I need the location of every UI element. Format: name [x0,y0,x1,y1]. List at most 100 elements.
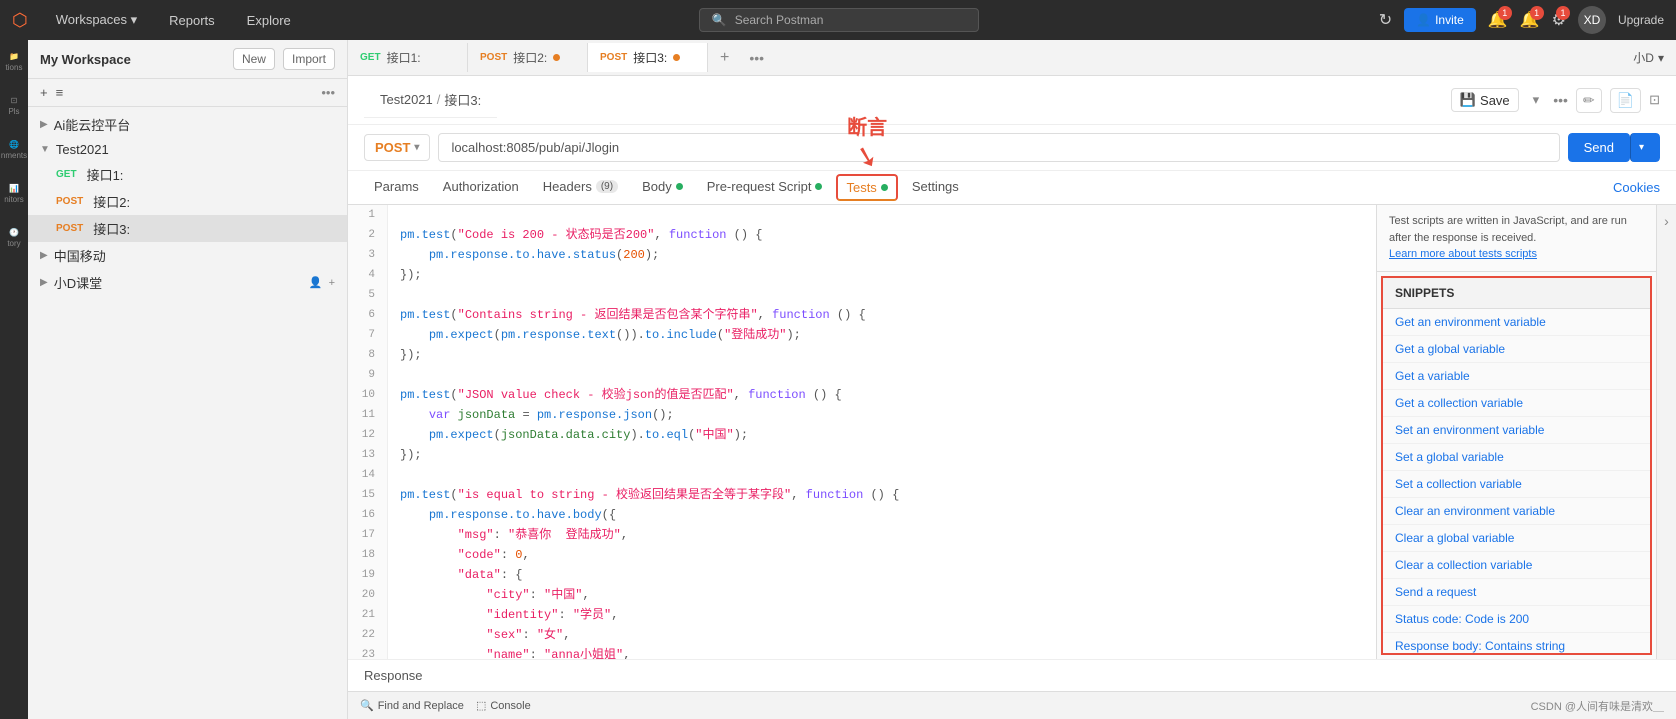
collection-test2021[interactable]: ▼ Test2021 [28,138,347,161]
breadcrumb: Test2021 / 接口3: [364,82,497,118]
snippet-get-collection[interactable]: Get a collection variable [1383,390,1650,417]
right-collapse-panel: › [1656,205,1676,659]
upgrade-button[interactable]: Upgrade [1618,13,1664,27]
collections-tree: ▶ Ai能云控平台 ▼ Test2021 GET 接口1: POST 接口2: … [28,107,347,719]
import-button[interactable]: Import [283,48,335,70]
snippet-clear-collection[interactable]: Clear a collection variable [1383,552,1650,579]
console-button[interactable]: ⬚ Console [476,699,531,712]
icon-bar-monitors[interactable]: 📊 nitors [0,180,28,208]
history-icon: 🕐 [9,228,19,237]
tab-tests[interactable]: Tests 断言 ➘ [836,174,897,201]
tab-authorization[interactable]: Authorization [433,171,529,204]
method-selector[interactable]: POST ▾ [364,134,430,161]
snippet-get-env[interactable]: Get an environment variable [1383,309,1650,336]
learn-more-link[interactable]: Learn more about tests scripts [1389,248,1537,260]
code-line-4: 4 }); [348,265,1376,285]
search-bar[interactable]: 🔍 Search Postman [699,8,979,32]
alerts-icon[interactable]: 🔔1 [1520,10,1540,30]
find-replace-button[interactable]: 🔍 Find and Replace [360,699,464,712]
sidebar-more-icon[interactable]: ••• [321,85,335,100]
tab-pre-request[interactable]: Pre-request Script [697,171,833,204]
collection-xiaod-course[interactable]: ▶ 小D课堂 👤 + [28,269,347,296]
snippet-set-global[interactable]: Set a global variable [1383,444,1650,471]
request-get-api1[interactable]: GET 接口1: [28,161,347,188]
collapse-panel-button[interactable]: ⊡ [1649,92,1660,108]
filter-icon[interactable]: ≡ [56,85,64,100]
tab-params[interactable]: Params [364,171,429,204]
send-button[interactable]: Send [1568,133,1630,162]
plus-icon[interactable]: + [40,85,48,100]
snippet-clear-env[interactable]: Clear an environment variable [1383,498,1650,525]
tab-post-api3[interactable]: POST 接口3: [588,43,708,72]
edit-button[interactable]: ✏ [1576,88,1602,113]
add-member-icon[interactable]: + [329,277,335,289]
tab-get-api1[interactable]: GET 接口1: [348,43,468,72]
send-dropdown-button[interactable]: ▾ [1630,133,1660,162]
main-layout: 📁 tions ⊡ Pls 🌐 nments 📊 nitors 🕐 tory M… [0,40,1676,719]
code-line-10: 10 pm.test("JSON value check - 校验json的值是… [348,385,1376,405]
request-label-api3: 接口3: [93,219,335,238]
breadcrumb-separator: / [437,92,441,107]
code-line-2: 2 pm.test("Code is 200 - 状态码是否200", func… [348,225,1376,245]
header-more-button[interactable]: ••• [1553,92,1568,108]
console-label: Console [490,700,530,712]
more-tabs-button[interactable]: ••• [741,44,772,72]
collection-ai-cloud[interactable]: ▶ Ai能云控平台 [28,111,347,138]
tab-label-api3: 接口3: [633,49,667,66]
code-line-5: 5 [348,285,1376,305]
nav-reports[interactable]: Reports [161,9,223,32]
main-content: GET 接口1: POST 接口2: POST 接口3: + ••• 小D ▾ [348,40,1676,719]
code-line-7: 7 pm.expect(pm.response.text()).to.inclu… [348,325,1376,345]
new-button[interactable]: New [233,48,275,70]
code-line-18: 18 "code": 0, [348,545,1376,565]
sync-icon[interactable]: ↻ [1379,10,1392,30]
snippet-send-request[interactable]: Send a request [1383,579,1650,606]
request-post-api3[interactable]: POST 接口3: [28,215,347,242]
tab-settings[interactable]: Settings [902,171,969,204]
monitors-icon: 📊 [9,184,19,193]
avatar[interactable]: XD [1578,6,1606,34]
request-post-api2[interactable]: POST 接口2: [28,188,347,215]
icon-bar-history[interactable]: 🕐 tory [3,224,24,252]
snippet-response-body[interactable]: Response body: Contains string [1383,633,1650,654]
nav-explore[interactable]: Explore [239,9,299,32]
response-area: Response [348,659,1676,691]
preview-button[interactable]: 📄 [1610,88,1641,113]
invite-button[interactable]: 👤 Invite [1404,8,1476,32]
workspace-selector[interactable]: 小D ▾ [1633,49,1664,66]
cookies-link[interactable]: Cookies [1613,180,1660,195]
method-label: POST [375,140,410,155]
notifications-icon[interactable]: 🔔1 [1488,10,1508,30]
icon-bar-apis[interactable]: ⊡ Pls [4,92,23,120]
nav-workspaces[interactable]: Workspaces ▾ [48,8,145,32]
tab-body[interactable]: Body [632,171,693,204]
snippet-set-env[interactable]: Set an environment variable [1383,417,1650,444]
tab-right-section: 小D ▾ [1633,49,1676,66]
code-editor[interactable]: 1 2 pm.test("Code is 200 - 状态码是否200", fu… [348,205,1376,659]
snippet-set-collection[interactable]: Set a collection variable [1383,471,1650,498]
find-replace-icon: 🔍 [360,699,374,712]
save-button[interactable]: 💾 Save [1451,88,1519,112]
sync-status-icon[interactable]: ⚙1 [1552,10,1566,30]
tab-post-api2[interactable]: POST 接口2: [468,43,588,72]
code-line-11: 11 var jsonData = pm.response.json(); [348,405,1376,425]
collapse-right-icon[interactable]: › [1664,213,1669,229]
snippet-clear-global[interactable]: Clear a global variable [1383,525,1650,552]
find-replace-label: Find and Replace [378,700,464,712]
chevron-right-icon2: ▶ [40,250,48,261]
collection-china-mobile[interactable]: ▶ 中国移动 [28,242,347,269]
add-tab-button[interactable]: + [708,43,741,73]
snippet-get-global[interactable]: Get a global variable [1383,336,1650,363]
method-dropdown-arrow: ▾ [414,142,419,153]
icon-bar-collections[interactable]: 📁 tions [2,48,27,76]
user-icon: 👤 [309,276,323,289]
url-input[interactable] [438,133,1559,162]
icon-bar-environments[interactable]: 🌐 nments [0,136,31,164]
save-more-button[interactable]: ▾ [1527,89,1546,111]
code-line-16: 16 pm.response.to.have.body({ [348,505,1376,525]
snippet-status-code[interactable]: Status code: Code is 200 [1383,606,1650,633]
tests-dot [881,184,888,191]
snippet-get-var[interactable]: Get a variable [1383,363,1650,390]
tab-headers[interactable]: Headers (9) [533,171,628,204]
send-button-group: Send ▾ [1568,133,1660,162]
